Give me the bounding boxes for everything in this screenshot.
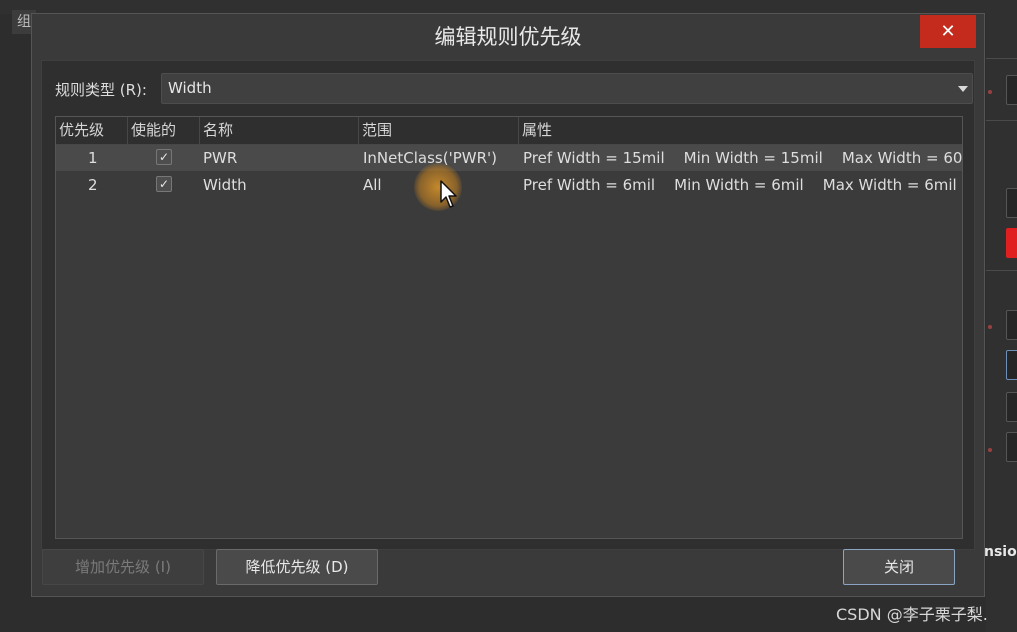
- background-right-separator: [986, 120, 1017, 121]
- decrease-priority-button[interactable]: 降低优先级 (D): [216, 549, 378, 585]
- column-header-priority[interactable]: 优先级: [56, 117, 128, 144]
- chevron-down-icon[interactable]: [958, 86, 968, 92]
- check-icon: ✓: [158, 150, 170, 164]
- row-name: Width: [203, 176, 247, 194]
- check-icon: ✓: [158, 177, 170, 191]
- dialog-title: 编辑规则优先级: [434, 25, 582, 49]
- background-dot: [988, 448, 992, 452]
- background-chip: [1006, 75, 1017, 105]
- background-right-separator: [986, 58, 1017, 59]
- row-scope: All: [363, 176, 382, 194]
- background-chip: [1006, 188, 1017, 218]
- mouse-pointer-icon: [440, 180, 457, 208]
- column-header-scope[interactable]: 范围: [359, 117, 519, 144]
- row-attributes: Pref Width = 6mil Min Width = 6mil Max W…: [523, 176, 957, 194]
- background-edge-text: nsio: [984, 544, 1017, 560]
- column-header-enabled[interactable]: 使能的: [128, 117, 200, 144]
- edit-rule-priority-dialog: 编辑规则优先级 ✕ 规则类型 (R): Width 优先级 使能的 名称 范围 …: [31, 13, 985, 597]
- rule-priority-grid: 优先级 使能的 名称 范围 属性 1 ✓ PWR InNetClass('PWR…: [55, 116, 963, 539]
- rule-type-label: 规则类型 (R):: [55, 81, 147, 99]
- background-chip-red: [1006, 228, 1017, 258]
- column-header-attributes[interactable]: 属性: [519, 117, 962, 144]
- enabled-checkbox[interactable]: ✓: [156, 149, 172, 165]
- row-priority: 1: [88, 149, 98, 167]
- increase-priority-button[interactable]: 增加优先级 (I): [42, 549, 204, 585]
- row-priority: 2: [88, 176, 98, 194]
- background-dot: [988, 90, 992, 94]
- close-dialog-button[interactable]: ✕: [920, 15, 976, 48]
- enabled-checkbox[interactable]: ✓: [156, 176, 172, 192]
- background-right-separator: [986, 270, 1017, 271]
- row-name: PWR: [203, 149, 238, 167]
- background-chip-blue: [1006, 350, 1017, 380]
- grid-header: 优先级 使能的 名称 范围 属性: [56, 117, 962, 145]
- table-row[interactable]: 2 ✓ Width All Pref Width = 6mil Min Widt…: [56, 172, 962, 198]
- watermark: CSDN @李子栗子梨.: [836, 605, 988, 624]
- close-button[interactable]: 关闭: [843, 549, 955, 585]
- dialog-client-area: 规则类型 (R): Width 优先级 使能的 名称 范围 属性 1 ✓ PWR…: [41, 60, 975, 550]
- row-attributes: Pref Width = 15mil Min Width = 15mil Max…: [523, 149, 963, 167]
- column-header-name[interactable]: 名称: [200, 117, 359, 144]
- rule-type-dropdown[interactable]: Width: [161, 73, 973, 104]
- background-dot: [988, 325, 992, 329]
- table-row[interactable]: 1 ✓ PWR InNetClass('PWR') Pref Width = 1…: [56, 145, 962, 171]
- background-chip: [1006, 392, 1017, 422]
- background-topbar: [0, 0, 1017, 14]
- close-icon: ✕: [940, 21, 956, 42]
- background-chip: [1006, 432, 1017, 462]
- rule-type-value: Width: [168, 79, 212, 97]
- background-chip: [1006, 310, 1017, 340]
